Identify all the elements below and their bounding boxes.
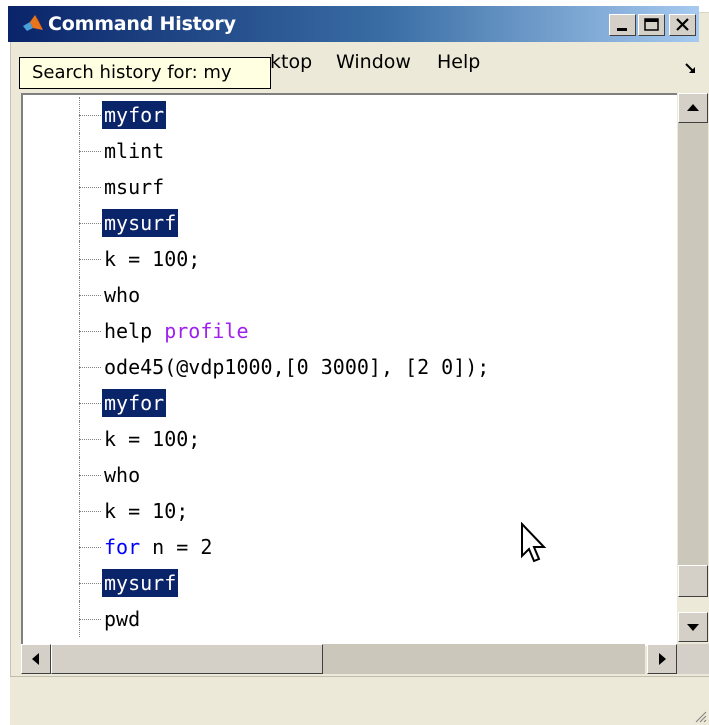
command-text: ode45(@vdp1000,[0 3000], [2 0]); bbox=[104, 355, 490, 379]
close-button[interactable] bbox=[669, 14, 696, 36]
status-bar bbox=[10, 676, 709, 725]
tree-branch-line bbox=[79, 187, 101, 188]
command-text: mysurf bbox=[104, 571, 177, 595]
history-command[interactable]: pwd bbox=[102, 605, 142, 633]
tree-branch-line bbox=[79, 475, 101, 476]
command-text: pwd bbox=[104, 607, 141, 631]
tree-branch-line bbox=[79, 295, 101, 296]
history-command[interactable]: for n = 2 bbox=[102, 533, 214, 561]
tree-branch-line bbox=[79, 331, 101, 332]
history-command[interactable]: myfor bbox=[102, 101, 167, 129]
history-command[interactable]: mlint bbox=[102, 137, 166, 165]
left-arrow-icon bbox=[32, 653, 39, 665]
history-command[interactable]: k = 100; bbox=[102, 245, 202, 273]
tree-branch-line bbox=[79, 151, 101, 152]
history-list[interactable]: myfor mlint msurf mysurf k = 100; who help pro… bbox=[21, 93, 709, 646]
scroll-down-button[interactable] bbox=[678, 612, 708, 642]
command-text: help bbox=[104, 319, 165, 343]
up-arrow-icon bbox=[687, 104, 699, 111]
minimize-icon bbox=[617, 28, 627, 31]
horizontal-scrollbar[interactable] bbox=[21, 644, 677, 674]
right-arrow-icon bbox=[659, 653, 666, 665]
tree-branch-line bbox=[79, 403, 101, 404]
vertical-scroll-track[interactable] bbox=[678, 123, 708, 565]
minimize-button[interactable] bbox=[609, 14, 636, 36]
command-text: myfor bbox=[104, 391, 165, 415]
history-row[interactable]: k = 100; bbox=[23, 421, 683, 457]
scroll-up-button[interactable] bbox=[678, 93, 708, 123]
tree-branch-line bbox=[79, 583, 101, 584]
history-row[interactable]: k = 100; bbox=[23, 241, 683, 277]
history-command[interactable]: mysurf bbox=[102, 569, 179, 597]
history-row[interactable]: myfor bbox=[23, 385, 683, 421]
scroll-left-button[interactable] bbox=[21, 644, 51, 674]
menu-desktop[interactable]: ktop bbox=[270, 50, 312, 74]
tree-branch-line bbox=[79, 115, 101, 116]
history-command[interactable]: who bbox=[102, 281, 142, 309]
close-icon bbox=[676, 18, 689, 31]
command-text: mlint bbox=[104, 139, 165, 163]
horizontal-scroll-track[interactable] bbox=[323, 644, 645, 674]
history-row[interactable]: ode45(@vdp1000,[0 3000], [2 0]); bbox=[23, 349, 683, 385]
history-command[interactable]: msurf bbox=[102, 173, 166, 201]
history-row[interactable]: mlint bbox=[23, 133, 683, 169]
vertical-scroll-thumb[interactable] bbox=[678, 565, 708, 597]
tree-branch-line bbox=[79, 367, 101, 368]
command-text: k = 100; bbox=[104, 247, 201, 271]
history-row[interactable]: mysurf bbox=[23, 205, 683, 241]
history-row[interactable]: who bbox=[23, 457, 683, 493]
scroll-right-button[interactable] bbox=[647, 644, 677, 674]
history-row[interactable]: for n = 2 bbox=[23, 529, 683, 565]
tree-branch-line bbox=[79, 223, 101, 224]
history-row[interactable]: myfor bbox=[23, 97, 683, 133]
tooltip-text: Search history for: my bbox=[32, 62, 232, 83]
menu-help[interactable]: Help bbox=[437, 50, 480, 74]
history-row[interactable]: who bbox=[23, 277, 683, 313]
history-command[interactable]: k = 10; bbox=[102, 497, 190, 525]
search-tooltip: Search history for: my bbox=[19, 57, 271, 89]
title-bar[interactable]: Command History bbox=[8, 6, 699, 42]
menu-window[interactable]: Window bbox=[336, 50, 411, 74]
history-row[interactable]: msurf bbox=[23, 169, 683, 205]
history-row[interactable]: help profile bbox=[23, 313, 683, 349]
mouse-pointer-icon bbox=[521, 522, 547, 563]
scrollbar-corner bbox=[677, 644, 709, 674]
history-command[interactable]: ode45(@vdp1000,[0 3000], [2 0]); bbox=[102, 353, 491, 381]
vertical-scrollbar[interactable] bbox=[677, 93, 709, 644]
window-title: Command History bbox=[48, 13, 236, 35]
undock-arrow-icon[interactable] bbox=[684, 62, 698, 76]
history-command[interactable]: k = 100; bbox=[102, 425, 202, 453]
tree-branch-line bbox=[79, 547, 101, 548]
horizontal-scroll-thumb[interactable] bbox=[51, 644, 323, 674]
tree-branch-line bbox=[79, 619, 101, 620]
resize-grip-icon[interactable] bbox=[693, 709, 707, 723]
command-text: myfor bbox=[104, 103, 165, 127]
history-command[interactable]: who bbox=[102, 461, 142, 489]
tree-branch-line bbox=[79, 259, 101, 260]
command-text: mysurf bbox=[104, 211, 177, 235]
history-row[interactable]: k = 10; bbox=[23, 493, 683, 529]
command-text: k = 100; bbox=[104, 427, 201, 451]
command-text: n = 2 bbox=[140, 535, 213, 559]
maximize-button[interactable] bbox=[638, 14, 665, 36]
command-text: msurf bbox=[104, 175, 165, 199]
tree-branch-line bbox=[79, 511, 101, 512]
matlab-logo-icon bbox=[23, 15, 43, 31]
command-text: who bbox=[104, 283, 141, 307]
history-row[interactable]: pwd bbox=[23, 601, 683, 637]
down-arrow-icon bbox=[687, 624, 699, 631]
keyword-token: for bbox=[104, 535, 141, 559]
history-command[interactable]: help profile bbox=[102, 317, 251, 345]
maximize-icon bbox=[644, 18, 659, 31]
string-token: profile bbox=[164, 319, 249, 343]
history-command[interactable]: mysurf bbox=[102, 209, 179, 237]
command-text: who bbox=[104, 463, 141, 487]
tree-branch-line bbox=[79, 439, 101, 440]
history-command[interactable]: myfor bbox=[102, 389, 167, 417]
history-row[interactable]: mysurf bbox=[23, 565, 683, 601]
command-text: k = 10; bbox=[104, 499, 189, 523]
